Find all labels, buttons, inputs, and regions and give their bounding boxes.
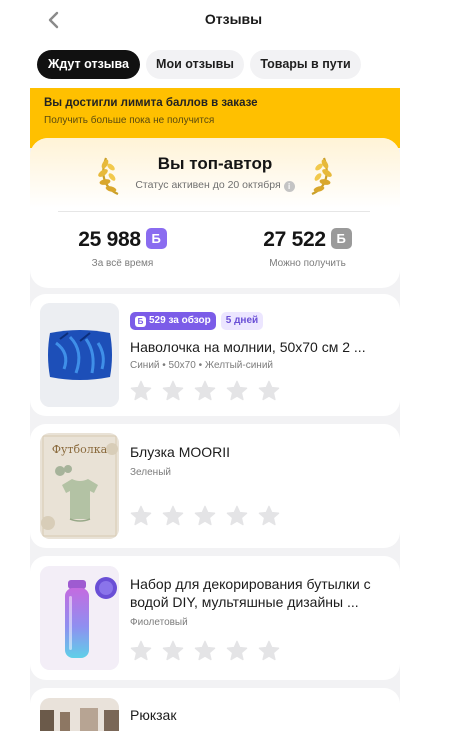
product-attributes: Зеленый — [130, 467, 171, 478]
star-icon[interactable] — [194, 640, 216, 661]
star-icon[interactable] — [194, 380, 216, 401]
star-icon[interactable] — [162, 640, 184, 661]
star-icon[interactable] — [258, 640, 280, 661]
product-attributes: Фиолетовый — [130, 617, 188, 628]
points-chip: Б 529 за обзор — [130, 312, 216, 330]
product-thumbnail[interactable] — [40, 566, 119, 670]
reviews-screen: Вы достигли лимита баллов в заказе Получ… — [0, 0, 467, 731]
star-icon[interactable] — [130, 380, 152, 401]
product-title[interactable]: Набор для декорирования бутылки с водой … — [130, 575, 390, 611]
points-badge-icon: Б — [330, 228, 352, 249]
product-card[interactable]: Набор для декорирования бутылки с водой … — [30, 556, 400, 680]
top-author-status: Статус активен до 20 октября i — [30, 179, 400, 192]
content-area: Вы достигли лимита баллов в заказе Получ… — [30, 0, 400, 731]
tab-awaiting-review[interactable]: Ждут отзыва — [37, 50, 140, 79]
status-text: Статус активен до 20 октября — [135, 179, 281, 191]
star-icon[interactable] — [258, 380, 280, 401]
top-author-card: Вы топ-автор Статус активен до 20 октябр… — [30, 138, 400, 288]
points-badge-icon: Б — [135, 316, 146, 327]
info-icon[interactable]: i — [283, 181, 295, 192]
stat-available-value: 27 522 — [263, 228, 326, 251]
star-icon[interactable] — [194, 505, 216, 526]
product-title[interactable]: Рюкзак — [130, 706, 390, 724]
star-icon[interactable] — [226, 380, 248, 401]
product-card[interactable]: Рюкзак — [30, 688, 400, 731]
blouse-image: Футболка — [40, 433, 119, 539]
rating-stars — [130, 640, 390, 661]
stat-available-label: Можно получить — [269, 258, 346, 269]
points-badge-icon: Б — [145, 228, 167, 249]
star-icon[interactable] — [162, 505, 184, 526]
points-chip-label: 529 за обзор — [149, 315, 211, 326]
thumb-caption: Футболка — [52, 443, 108, 456]
backpack-image — [40, 698, 119, 731]
product-info: Б 529 за обзор 5 дней Наволочка на молнии… — [130, 312, 390, 401]
rating-stars — [130, 380, 390, 401]
star-icon[interactable] — [258, 505, 280, 526]
product-info: Рюкзак — [130, 706, 390, 724]
days-chip: 5 дней — [220, 312, 264, 330]
product-thumbnail[interactable] — [40, 698, 119, 731]
product-attributes: Синий • 50х70 • Желтый-синий — [130, 360, 274, 371]
star-icon[interactable] — [130, 505, 152, 526]
pillow-image — [40, 303, 119, 407]
page-title: Отзывы — [204, 11, 263, 27]
stat-total: 25 988 Б За всё время — [30, 228, 215, 269]
stat-available: 27 522 Б Можно получить — [215, 228, 400, 269]
header: Отзывы — [0, 0, 467, 40]
tab-items-in-transit[interactable]: Товары в пути — [250, 50, 361, 79]
star-icon[interactable] — [162, 380, 184, 401]
tabs-bar: Ждут отзыва Мои отзывы Товары в пути — [30, 40, 400, 88]
stat-total-value: 25 988 — [78, 228, 141, 251]
limit-banner-title: Вы достигли лимита баллов в заказе — [44, 97, 258, 109]
top-author-title: Вы топ-автор — [157, 154, 273, 173]
star-icon[interactable] — [226, 505, 248, 526]
bottle-image — [40, 566, 119, 670]
product-thumbnail[interactable]: Футболка — [40, 433, 119, 539]
product-info: Набор для декорирования бутылки с водой … — [130, 575, 390, 661]
product-title[interactable]: Блузка MOORII — [130, 443, 390, 461]
product-title[interactable]: Наволочка на молнии, 50х70 см 2 ... — [130, 338, 390, 356]
product-info: Блузка MOORII Зеленый — [130, 443, 390, 526]
limit-banner-subtitle: Получить больше пока не получится — [44, 115, 215, 126]
star-icon[interactable] — [226, 640, 248, 661]
stat-total-label: За всё время — [91, 258, 154, 269]
rating-stars — [130, 505, 390, 526]
product-card[interactable]: Б 529 за обзор 5 дней Наволочка на молнии… — [30, 294, 400, 416]
product-thumbnail[interactable] — [40, 303, 119, 407]
star-icon[interactable] — [130, 640, 152, 661]
product-card[interactable]: Футболка Блузка MOORII Зеленый — [30, 424, 400, 548]
divider — [58, 211, 370, 212]
tab-my-reviews[interactable]: Мои отзывы — [146, 50, 244, 79]
